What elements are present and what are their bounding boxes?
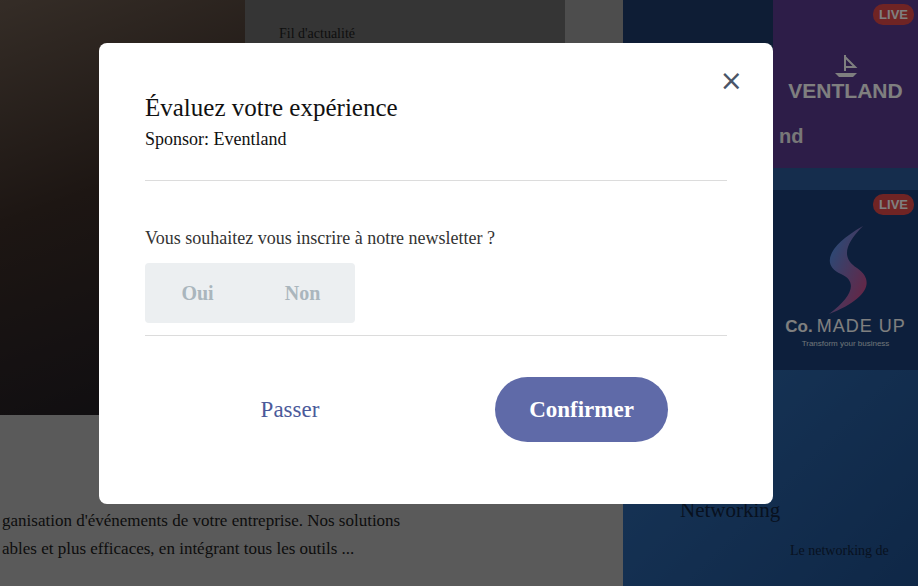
modal-overlay: ×Évaluez votre expérience Sponsor: Eventl… — [0, 0, 918, 586]
answer-option[interactable]: Oui — [145, 263, 250, 323]
modal-subtitle: Sponsor: Eventland — [145, 128, 727, 150]
close-button[interactable]: × — [716, 65, 747, 97]
modal-footer: Passer Confirmer — [145, 336, 727, 442]
answer-option[interactable]: Non — [250, 263, 355, 323]
event-page: Fil d'actualitéganisation d'événements d… — [0, 0, 918, 586]
question-section: Vous souhaitez vous inscrire à notre new… — [145, 181, 727, 336]
rating-modal: ×Évaluez votre expérience Sponsor: Eventl… — [99, 43, 773, 504]
skip-button[interactable]: Passer — [247, 377, 334, 442]
question-text: Vous souhaitez vous inscrire à notre new… — [145, 225, 727, 251]
modal-title: Évaluez votre expérience — [145, 93, 727, 123]
confirm-button[interactable]: Confirmer — [495, 377, 668, 442]
answer-toggle: OuiNon — [145, 263, 355, 323]
modal-header: Évaluez votre expérience Sponsor: Eventla… — [145, 93, 727, 181]
